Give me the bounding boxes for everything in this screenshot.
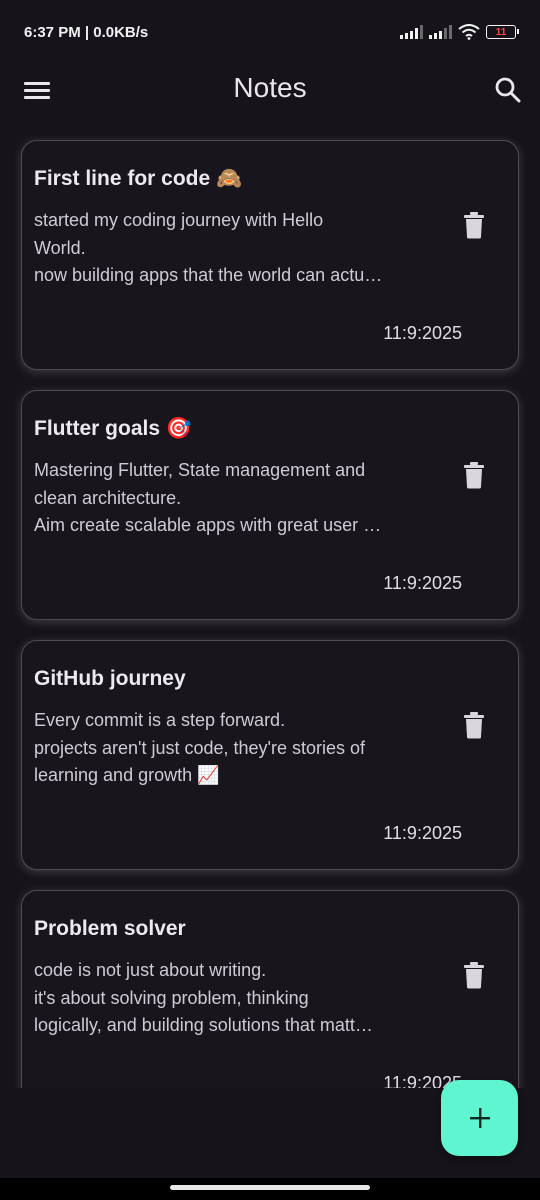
note-card[interactable]: GitHub journey Every commit is a step fo… <box>21 640 519 870</box>
note-body-line: clean architecture. <box>34 487 182 508</box>
signal-icon <box>400 25 423 39</box>
trash-icon[interactable] <box>462 211 486 239</box>
note-date: 11:9:2025 <box>383 323 462 343</box>
note-body-line: Every commit is a step forward. <box>34 710 286 730</box>
wifi-icon <box>458 24 480 40</box>
trash-icon[interactable] <box>462 461 486 489</box>
trash-icon[interactable] <box>462 711 486 739</box>
note-body-line: Mastering Flutter, State management and <box>34 460 366 480</box>
page-title: Notes <box>233 72 307 103</box>
home-indicator[interactable] <box>170 1185 370 1190</box>
note-card[interactable]: Flutter goals 🎯 Mastering Flutter, State… <box>21 390 519 620</box>
note-body: Every commit is a step forward. projects… <box>34 707 434 790</box>
status-bar: 6:37 PM | 0.0KB/s 11 <box>0 0 540 64</box>
battery-level: 11 <box>495 26 507 38</box>
note-body-line: learning and growth 📈 <box>34 765 220 785</box>
note-body-line: logically, and building solutions that m… <box>34 1015 373 1035</box>
add-note-button[interactable] <box>441 1080 518 1156</box>
app-bar: Notes <box>0 64 540 116</box>
note-body: started my coding journey with Hello Wor… <box>34 207 434 290</box>
battery-icon: 11 <box>486 25 519 39</box>
note-body-line: started my coding journey with Hello <box>34 210 324 230</box>
note-title: GitHub journey <box>34 667 186 690</box>
status-icons: 11 <box>400 24 519 40</box>
note-body-line: World. <box>34 237 86 258</box>
plus-icon <box>469 1108 490 1128</box>
note-body-line: projects aren't just code, they're stori… <box>34 737 366 758</box>
note-body: code is not just about writing. it's abo… <box>34 957 434 1040</box>
trash-icon[interactable] <box>462 961 486 989</box>
note-card[interactable]: Problem solver code is not just about wr… <box>21 890 519 1088</box>
notes-list[interactable]: First line for code 🙈 started my coding … <box>0 136 540 1088</box>
note-title: First line for code 🙈 <box>34 167 243 190</box>
status-time: 6:37 PM | 0.0KB/s <box>24 23 149 41</box>
note-title: Problem solver <box>34 917 186 940</box>
note-body-line: now building apps that the world can act… <box>34 265 383 285</box>
note-title: Flutter goals 🎯 <box>34 417 192 440</box>
system-nav-bar <box>0 1178 540 1200</box>
note-card[interactable]: First line for code 🙈 started my coding … <box>21 140 519 370</box>
note-date: 11:9:2025 <box>383 573 462 593</box>
note-body-line: code is not just about writing. <box>34 960 267 980</box>
signal-icon-2 <box>429 25 452 39</box>
note-body-line: it's about solving problem, thinking <box>34 987 309 1008</box>
note-body: Mastering Flutter, State management and … <box>34 457 434 540</box>
search-icon[interactable] <box>494 76 522 104</box>
note-body-line: Aim create scalable apps with great user… <box>34 515 382 535</box>
note-date: 11:9:2025 <box>383 823 462 843</box>
